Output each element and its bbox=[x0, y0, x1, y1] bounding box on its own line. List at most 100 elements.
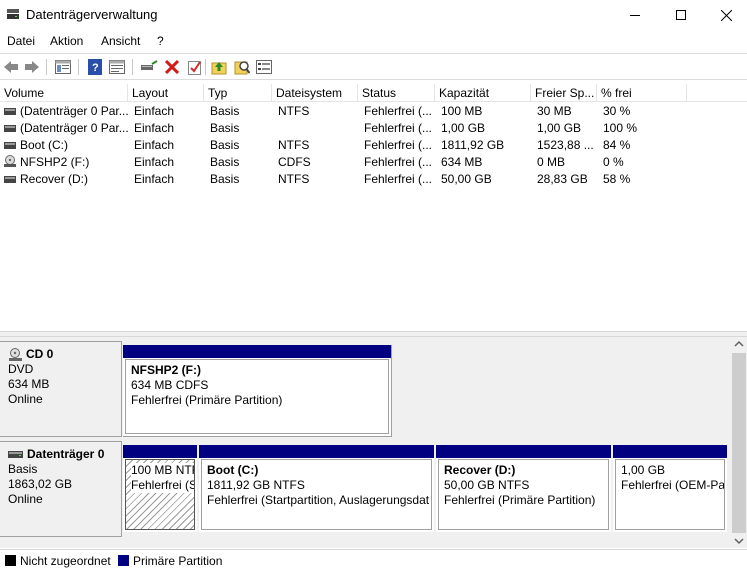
column-typ[interactable]: Typ bbox=[204, 84, 272, 102]
maximize-button[interactable] bbox=[658, 0, 704, 30]
minimize-icon bbox=[630, 15, 640, 16]
table-cell-typ: Basis bbox=[210, 104, 240, 118]
partition-body-selected: 100 MB NTFS Fehlerfrei (S bbox=[125, 459, 195, 530]
table-cell-status: Fehlerfrei (... bbox=[364, 104, 433, 118]
column-freier-speicher[interactable]: Freier Sp... bbox=[531, 84, 597, 102]
scroll-down-icon[interactable] bbox=[731, 534, 747, 548]
check-button[interactable] bbox=[186, 58, 204, 76]
partition-bar-primary bbox=[199, 445, 434, 458]
table-cell-volume: (Datenträger 0 Par... bbox=[20, 121, 129, 135]
column-kapazitaet[interactable]: Kapazität bbox=[435, 84, 531, 102]
drive-icon bbox=[4, 125, 16, 132]
disk-type: DVD bbox=[8, 362, 34, 376]
toolbar-separator bbox=[132, 59, 133, 75]
table-cell-dateisystem: NTFS bbox=[278, 138, 310, 152]
table-cell-layout: Einfach bbox=[134, 155, 175, 169]
table-cell-kapazität: 634 MB bbox=[441, 155, 483, 169]
partition-body: 1,00 GB Fehlerfrei (OEM-Pa bbox=[615, 459, 725, 530]
partition-nfshp2[interactable]: NFSHP2 (F:) 634 MB CDFS Fehlerfrei (Prim… bbox=[123, 345, 392, 437]
menu-ansicht[interactable]: Ansicht bbox=[101, 34, 140, 48]
table-cell-volume: Recover (D:) bbox=[20, 172, 89, 186]
back-button[interactable] bbox=[2, 58, 20, 76]
column-layout[interactable]: Layout bbox=[128, 84, 204, 102]
scroll-thumb[interactable] bbox=[732, 353, 746, 533]
disk-type: Basis bbox=[8, 462, 38, 476]
table-cell--frei: 100 % bbox=[603, 121, 638, 135]
disk-name-text: CD 0 bbox=[26, 347, 54, 361]
table-cell-freier-sp: 30 MB bbox=[537, 104, 572, 118]
table-row[interactable]: (Datenträger 0 Par... Einfach Basis NTFS Feh… bbox=[0, 103, 747, 120]
table-row[interactable]: NFSHP2 (F:) Einfach Basis CDFS Fehlerfrei (.… bbox=[0, 154, 747, 171]
delete-button[interactable] bbox=[163, 58, 181, 76]
partition-recover-d[interactable]: Recover (D:) 50,00 GB NTFS Fehlerfrei (P… bbox=[436, 445, 611, 532]
console-tree-button[interactable] bbox=[54, 58, 72, 76]
search-icon bbox=[234, 61, 250, 75]
toolbar: ? bbox=[0, 53, 747, 80]
table-cell-status: Fehlerfrei (... bbox=[364, 138, 433, 152]
drive-icon bbox=[4, 176, 16, 183]
column-dateisystem[interactable]: Dateisystem bbox=[272, 84, 358, 102]
disk-name-cd0: CD 0 bbox=[8, 347, 121, 362]
column-prozent-frei[interactable]: % frei bbox=[597, 84, 687, 102]
legend-bar: Nicht zugeordnet Primäre Partition bbox=[0, 549, 747, 570]
menu-help[interactable]: ? bbox=[157, 34, 164, 48]
menu-bar: Datei Aktion Ansicht ? bbox=[0, 31, 747, 52]
table-cell-typ: Basis bbox=[210, 155, 240, 169]
minimize-button[interactable] bbox=[612, 0, 658, 30]
table-cell-layout: Einfach bbox=[134, 138, 175, 152]
partition-title: Recover (D:) bbox=[444, 463, 516, 477]
disk-area-scrollbar[interactable] bbox=[731, 337, 747, 548]
delete-icon bbox=[165, 60, 179, 74]
rescan-button[interactable] bbox=[210, 58, 228, 76]
partition-system-reserved[interactable]: 100 MB NTFS Fehlerfrei (S bbox=[123, 445, 197, 532]
partition-boot-c[interactable]: Boot (C:) 1811,92 GB NTFS Fehlerfrei (St… bbox=[199, 445, 434, 532]
table-cell--frei: 58 % bbox=[603, 172, 631, 186]
settings-list-button[interactable] bbox=[255, 58, 273, 76]
column-status[interactable]: Status bbox=[358, 84, 435, 102]
partition-title: NFSHP2 (F:) bbox=[131, 363, 201, 377]
title-bar: Datenträgerverwaltung bbox=[0, 0, 747, 30]
toolbar-separator bbox=[46, 59, 47, 75]
partition-size: 1811,92 GB NTFS bbox=[207, 478, 305, 492]
partition-body: Boot (C:) 1811,92 GB NTFS Fehlerfrei (St… bbox=[201, 459, 432, 530]
forward-button[interactable] bbox=[23, 58, 41, 76]
disk-label-disk0[interactable]: Datenträger 0 Basis 1863,02 GB Online bbox=[0, 441, 122, 537]
table-row[interactable]: Recover (D:) Einfach Basis NTFS Fehlerfrei (… bbox=[0, 171, 747, 188]
properties-view-button[interactable] bbox=[108, 58, 126, 76]
menu-datei[interactable]: Datei bbox=[7, 34, 35, 48]
legend-swatch-unallocated bbox=[5, 555, 16, 566]
table-cell-typ: Basis bbox=[210, 121, 240, 135]
table-row[interactable]: Boot (C:) Einfach Basis NTFS Fehlerfrei (...… bbox=[0, 137, 747, 154]
disk-label-cd0[interactable]: CD 0 DVD 634 MB Online bbox=[0, 341, 122, 437]
disk-status: Online bbox=[8, 392, 43, 406]
table-row[interactable]: (Datenträger 0 Par... Einfach Basis Fehlerf… bbox=[0, 120, 747, 137]
table-cell-status: Fehlerfrei (... bbox=[364, 121, 433, 135]
table-cell-kapazität: 1,00 GB bbox=[441, 121, 486, 135]
table-cell-dateisystem: CDFS bbox=[278, 155, 311, 169]
table-cell-typ: Basis bbox=[210, 172, 240, 186]
legend-label-unallocated: Nicht zugeordnet bbox=[20, 554, 111, 568]
partition-bar-primary bbox=[123, 345, 391, 358]
scroll-up-icon[interactable] bbox=[731, 337, 747, 351]
disk-status: Online bbox=[8, 492, 43, 506]
close-button[interactable] bbox=[703, 0, 747, 30]
partition-bar-primary bbox=[436, 445, 611, 458]
disk-size: 1863,02 GB bbox=[8, 477, 73, 491]
partition-status: Fehlerfrei (S bbox=[131, 478, 195, 493]
forward-icon bbox=[25, 61, 39, 73]
partition-oem[interactable]: 1,00 GB Fehlerfrei (OEM-Pa bbox=[613, 445, 727, 532]
table-cell-status: Fehlerfrei (... bbox=[364, 172, 433, 186]
table-cell-freier-sp: 1,00 GB bbox=[537, 121, 582, 135]
help-button[interactable]: ? bbox=[86, 58, 104, 76]
partition-size: 634 MB CDFS bbox=[131, 378, 209, 392]
partition-title: Boot (C:) bbox=[207, 463, 259, 477]
menu-aktion[interactable]: Aktion bbox=[50, 34, 83, 48]
column-volume[interactable]: Volume bbox=[0, 84, 128, 102]
table-cell-volume: NFSHP2 (F:) bbox=[20, 155, 90, 169]
legend-label-primary: Primäre Partition bbox=[133, 554, 223, 568]
search-button[interactable] bbox=[233, 58, 251, 76]
table-cell-freier-sp: 28,83 GB bbox=[537, 172, 588, 186]
partition-bar-primary bbox=[613, 445, 727, 458]
connect-disk-button[interactable] bbox=[140, 58, 158, 76]
disk-size: 634 MB bbox=[8, 377, 50, 391]
